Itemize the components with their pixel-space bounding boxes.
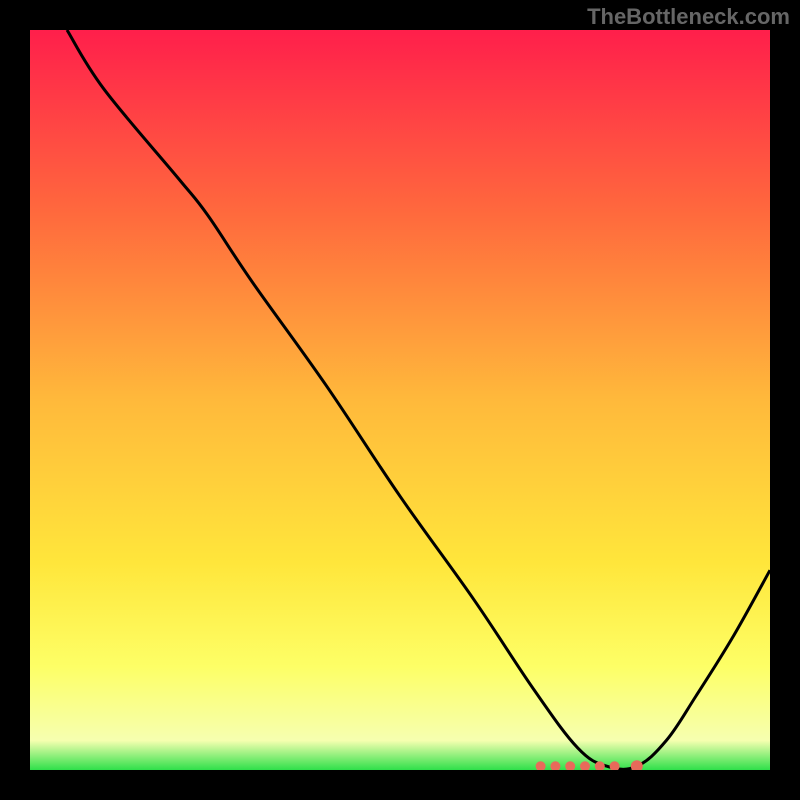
chart-svg xyxy=(30,30,770,770)
watermark-text: TheBottleneck.com xyxy=(587,4,790,30)
chart-background xyxy=(30,30,770,770)
chart-plot-area xyxy=(30,30,770,770)
